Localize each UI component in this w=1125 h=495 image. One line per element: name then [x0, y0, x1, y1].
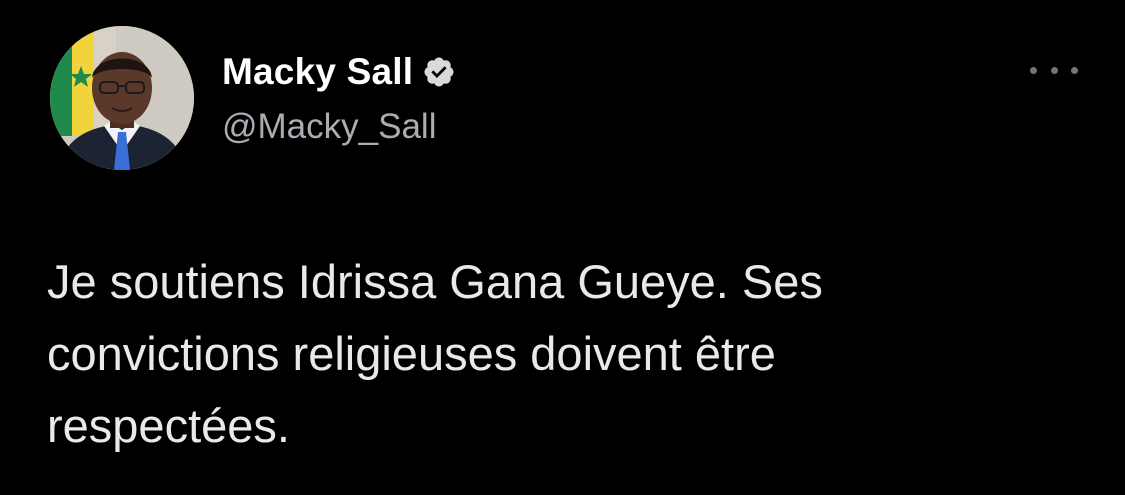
verified-badge-icon: [422, 55, 456, 89]
tweet-body-text: Je soutiens Idrissa Gana Gueye. Ses conv…: [47, 255, 823, 452]
profile-photo-icon[interactable]: [50, 26, 194, 170]
more-options-button[interactable]: [1030, 58, 1078, 82]
more-horizontal-icon: [1030, 66, 1037, 74]
more-horizontal-icon: [1050, 66, 1058, 74]
tweet-card: Macky Sall @Macky_Sall Je soutiens Idris…: [0, 0, 1125, 495]
author-name-row: Macky Sall: [222, 50, 456, 94]
author-handle[interactable]: @Macky_Sall: [222, 107, 436, 147]
author-display-name[interactable]: Macky Sall: [222, 51, 413, 93]
more-horizontal-icon: [1071, 66, 1078, 74]
